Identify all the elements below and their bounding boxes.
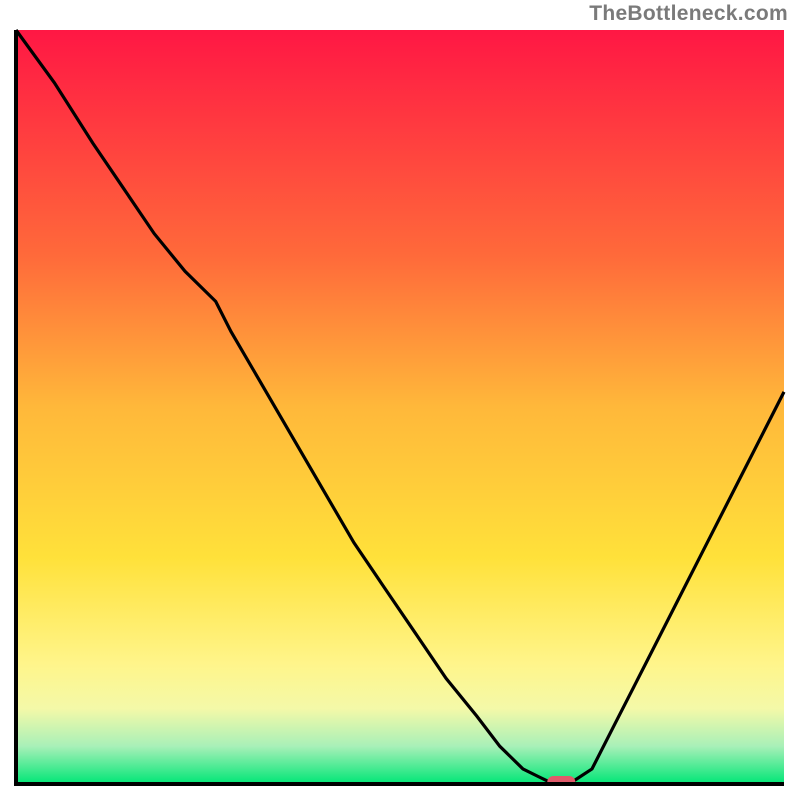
chart-plot bbox=[14, 28, 786, 786]
chart-svg bbox=[14, 28, 786, 786]
attribution-label: TheBottleneck.com bbox=[589, 2, 788, 26]
gradient-background bbox=[16, 30, 784, 784]
